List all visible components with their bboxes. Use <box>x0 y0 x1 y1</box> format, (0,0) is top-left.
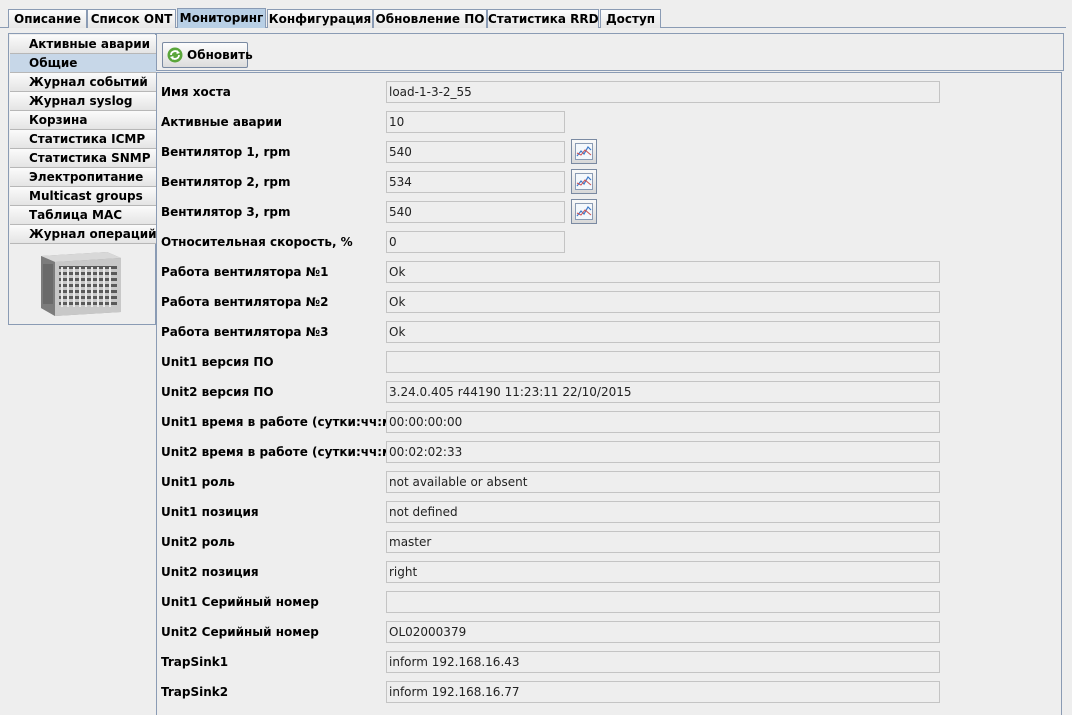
unit2-role-field[interactable]: master <box>386 531 940 553</box>
sidebar-item-operations-log[interactable]: Журнал операций <box>10 225 157 244</box>
field-label: Unit1 позиция <box>161 505 259 519</box>
fan1-status-field[interactable]: Ok <box>386 261 940 283</box>
field-label: Вентилятор 2, rpm <box>161 175 291 189</box>
sidebar-item-general[interactable]: Общие <box>10 54 156 73</box>
field-label: Unit2 время в работе (сутки:чч:мм:сс) <box>161 445 427 459</box>
sidebar: Активные аварии Общие Журнал событий Жур… <box>8 33 157 715</box>
fan3-status-field[interactable]: Ok <box>386 321 940 343</box>
field-label: Активные аварии <box>161 115 283 129</box>
field-label: Вентилятор 1, rpm <box>161 145 291 159</box>
field-label: Unit2 версия ПО <box>161 385 274 399</box>
tab-firmware-update[interactable]: Обновление ПО <box>373 9 487 28</box>
tab-ont-list[interactable]: Список ONT <box>87 9 176 28</box>
sidebar-list: Активные аварии Общие Журнал событий Жур… <box>8 33 157 325</box>
chart-icon <box>575 173 593 190</box>
field-row-fan2: Вентилятор 2, rpm 534 <box>157 169 1057 194</box>
field-label: Unit1 время в работе (сутки:чч:мм:сс) <box>161 415 427 429</box>
tab-bar: Описание Список ONT Мониторинг Конфигура… <box>0 0 1072 28</box>
tab-configuration[interactable]: Конфигурация <box>267 9 373 28</box>
field-row-unit1-serial: Unit1 Серийный номер <box>157 591 1057 613</box>
unit1-role-field[interactable]: not available or absent <box>386 471 940 493</box>
field-row-fan1: Вентилятор 1, rpm 540 <box>157 139 1057 164</box>
sidebar-item-multicast-groups[interactable]: Multicast groups <box>10 187 156 206</box>
fan3-rpm-field[interactable]: 540 <box>386 201 565 223</box>
hostname-field[interactable]: load-1-3-2_55 <box>386 81 940 103</box>
field-label: TrapSink1 <box>161 655 229 669</box>
field-row-unit2-uptime: Unit2 время в работе (сутки:чч:мм:сс) 00… <box>157 441 1057 463</box>
sidebar-item-icmp-stats[interactable]: Статистика ICMP <box>10 130 156 149</box>
field-label: Работа вентилятора №1 <box>161 265 329 279</box>
unit2-firmware-field[interactable]: 3.24.0.405 r44190 11:23:11 22/10/2015 <box>386 381 940 403</box>
tab-rrd-statistics[interactable]: Статистика RRD <box>487 9 599 28</box>
field-row-trapsink1: TrapSink1 inform 192.168.16.43 <box>157 651 1057 673</box>
field-label: Unit1 версия ПО <box>161 355 274 369</box>
field-row-fan1-status: Работа вентилятора №1 Ok <box>157 261 1057 283</box>
field-label: Работа вентилятора №3 <box>161 325 329 339</box>
sidebar-item-trash[interactable]: Корзина <box>10 111 156 130</box>
field-row-unit1-uptime: Unit1 время в работе (сутки:чч:мм:сс) 00… <box>157 411 1057 433</box>
field-row-unit1-position: Unit1 позиция not defined <box>157 501 1057 523</box>
fan2-rpm-field[interactable]: 534 <box>386 171 565 193</box>
chart-icon <box>575 203 593 220</box>
field-row-hostname: Имя хоста load-1-3-2_55 <box>157 81 1057 103</box>
field-row-unit2-serial: Unit2 Серийный номер OL02000379 <box>157 621 1057 643</box>
unit2-serial-field[interactable]: OL02000379 <box>386 621 940 643</box>
general-info-panel: Имя хоста load-1-3-2_55 Активные аварии … <box>156 72 1062 715</box>
toolbar: Обновить <box>156 33 1064 71</box>
field-row-active-alarms: Активные аварии 10 <box>157 111 1057 133</box>
field-label: Работа вентилятора №2 <box>161 295 329 309</box>
fan2-status-field[interactable]: Ok <box>386 291 940 313</box>
unit1-firmware-field[interactable] <box>386 351 940 373</box>
unit2-uptime-field[interactable]: 00:02:02:33 <box>386 441 940 463</box>
sidebar-item-active-alarms[interactable]: Активные аварии <box>10 35 156 54</box>
tab-monitoring[interactable]: Мониторинг <box>177 8 266 28</box>
field-row-unit2-position: Unit2 позиция right <box>157 561 1057 583</box>
refresh-button-label: Обновить <box>187 48 253 62</box>
chart-icon <box>575 143 593 160</box>
tab-description[interactable]: Описание <box>8 9 87 28</box>
main-content: Обновить Имя хоста load-1-3-2_55 Активны… <box>156 33 1064 715</box>
sidebar-item-syslog[interactable]: Журнал syslog <box>10 92 156 111</box>
tab-access[interactable]: Доступ <box>600 9 661 28</box>
unit1-serial-field[interactable] <box>386 591 940 613</box>
trapsink1-field[interactable]: inform 192.168.16.43 <box>386 651 940 673</box>
unit1-position-field[interactable]: not defined <box>386 501 940 523</box>
refresh-button[interactable]: Обновить <box>162 42 253 68</box>
unit2-position-field[interactable]: right <box>386 561 940 583</box>
field-label: Unit2 позиция <box>161 565 259 579</box>
field-row-relative-speed: Относительная скорость, % 0 <box>157 231 1057 253</box>
sidebar-item-snmp-stats[interactable]: Статистика SNMP <box>10 149 156 168</box>
field-label: Относительная скорость, % <box>161 235 353 249</box>
field-row-unit1-firmware: Unit1 версия ПО <box>157 351 1057 373</box>
field-label: Имя хоста <box>161 85 231 99</box>
unit1-uptime-field[interactable]: 00:00:00:00 <box>386 411 940 433</box>
olt-chassis-image <box>37 248 125 318</box>
trapsink2-field[interactable]: inform 192.168.16.77 <box>386 681 940 703</box>
field-row-unit1-role: Unit1 роль not available or absent <box>157 471 1057 493</box>
refresh-icon <box>167 47 183 63</box>
field-row-unit2-role: Unit2 роль master <box>157 531 1057 553</box>
field-label: Unit2 Серийный номер <box>161 625 319 639</box>
field-label: Unit2 роль <box>161 535 235 549</box>
sidebar-item-mac-table[interactable]: Таблица MAC <box>10 206 156 225</box>
fan1-rpm-field[interactable]: 540 <box>386 141 565 163</box>
fan1-chart-button[interactable] <box>571 139 597 164</box>
field-row-fan3: Вентилятор 3, rpm 540 <box>157 199 1057 224</box>
active-alarms-field[interactable]: 10 <box>386 111 565 133</box>
field-row-fan2-status: Работа вентилятора №2 Ok <box>157 291 1057 313</box>
field-row-fan3-status: Работа вентилятора №3 Ok <box>157 321 1057 343</box>
fan2-chart-button[interactable] <box>571 169 597 194</box>
fan3-chart-button[interactable] <box>571 199 597 224</box>
field-label: TrapSink2 <box>161 685 229 699</box>
field-label: Unit1 роль <box>161 475 235 489</box>
field-label: Вентилятор 3, rpm <box>161 205 291 219</box>
field-label: Unit1 Серийный номер <box>161 595 319 609</box>
field-row-unit2-firmware: Unit2 версия ПО 3.24.0.405 r44190 11:23:… <box>157 381 1057 403</box>
relative-speed-field[interactable]: 0 <box>386 231 565 253</box>
field-row-trapsink2: TrapSink2 inform 192.168.16.77 <box>157 681 1057 703</box>
sidebar-item-event-log[interactable]: Журнал событий <box>10 73 156 92</box>
sidebar-item-power[interactable]: Электропитание <box>10 168 156 187</box>
